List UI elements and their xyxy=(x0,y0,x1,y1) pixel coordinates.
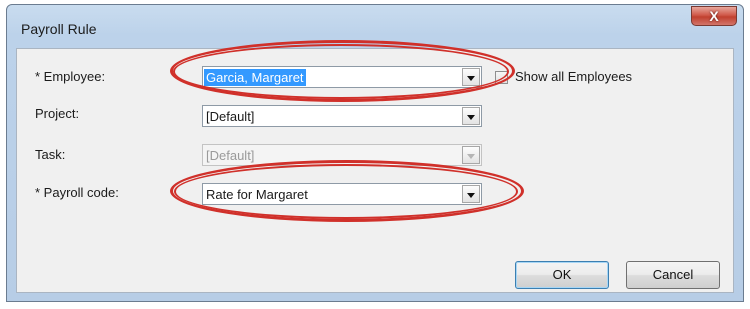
title-bar[interactable]: Payroll Rule X xyxy=(7,5,743,45)
payroll-code-label: * Payroll code: xyxy=(35,185,119,200)
project-select[interactable]: [Default] xyxy=(202,105,482,127)
project-label: Project: xyxy=(35,106,80,121)
annotation-ellipse-payroll-code-inner xyxy=(174,164,518,219)
close-button[interactable]: X xyxy=(691,6,737,26)
chevron-down-icon[interactable] xyxy=(462,107,480,125)
chevron-down-icon xyxy=(462,146,480,164)
dialog-title: Payroll Rule xyxy=(21,21,97,37)
close-icon: X xyxy=(709,8,719,24)
task-value: [Default] xyxy=(206,148,255,163)
cancel-button[interactable]: Cancel xyxy=(626,261,720,289)
ok-button[interactable]: OK xyxy=(515,261,609,289)
project-value: [Default] xyxy=(206,109,255,124)
task-label: Task: xyxy=(35,147,66,162)
employee-label: * Employee: xyxy=(35,69,106,84)
show-all-employees-label: Show all Employees xyxy=(515,69,633,84)
annotation-ellipse-employee-inner xyxy=(173,44,509,99)
